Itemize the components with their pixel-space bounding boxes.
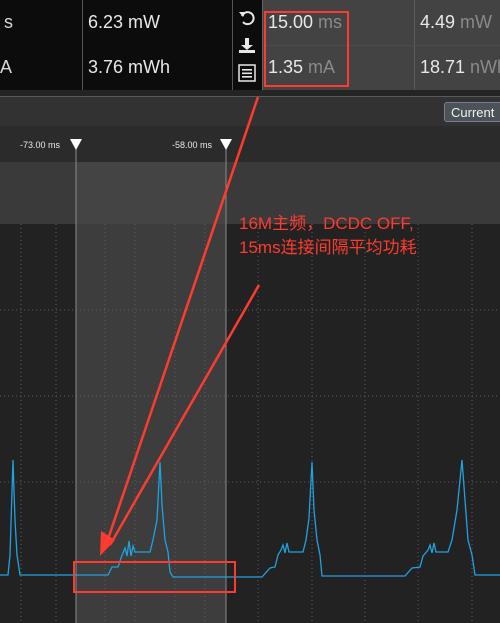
interval-cell: 15.00 ms [262,0,414,45]
undo-icon[interactable] [236,8,258,28]
stats-panel: s A 6.23 mW 3.76 mWh 15.00 ms 1.35 mA 4.… [0,0,500,90]
stats-left-label-2: A [0,57,13,77]
interval-unit: ms [318,12,343,32]
avg-current-unit: mA [308,57,336,77]
stats-label-cell: s [0,0,82,45]
divider [262,45,500,46]
avg-current-value: 1.35 [268,57,304,77]
list-icon[interactable] [236,63,258,83]
right-energy-value: 18.71 [420,57,466,77]
power-value: 6.23 mW [88,12,161,32]
stats-label-cell: A [0,45,82,90]
right-power-unit: mW [460,12,493,32]
divider [232,0,233,90]
divider [82,0,83,90]
avg-current-cell: 1.35 mA [262,45,414,90]
current-button[interactable]: Current [444,102,500,122]
right-energy-cell: 18.71 nWh [414,45,500,90]
time-ruler [0,126,500,162]
right-power-value: 4.49 [420,12,456,32]
energy-value: 3.76 mWh [88,57,171,77]
annotation-line-1: 16M主频，DCDC OFF, [239,214,414,233]
energy-cell: 3.76 mWh [82,45,232,90]
stats-left-label-1: s [4,12,13,32]
interval-value: 15.00 [268,12,314,32]
power-cell: 6.23 mW [82,0,232,45]
download-icon[interactable] [236,36,258,56]
annotation-line-2: 15ms连接间隔平均功耗 [239,238,417,257]
left-marker-label: -73.00 ms [20,140,61,150]
waveform-plot [0,224,500,623]
right-marker-label: -58.00 ms [172,140,213,150]
right-power-cell: 4.49 mW [414,0,500,45]
annotation-text: 16M主频，DCDC OFF, 15ms连接间隔平均功耗 [239,212,417,260]
toolbar [0,96,500,127]
right-energy-unit: nWh [470,57,500,77]
